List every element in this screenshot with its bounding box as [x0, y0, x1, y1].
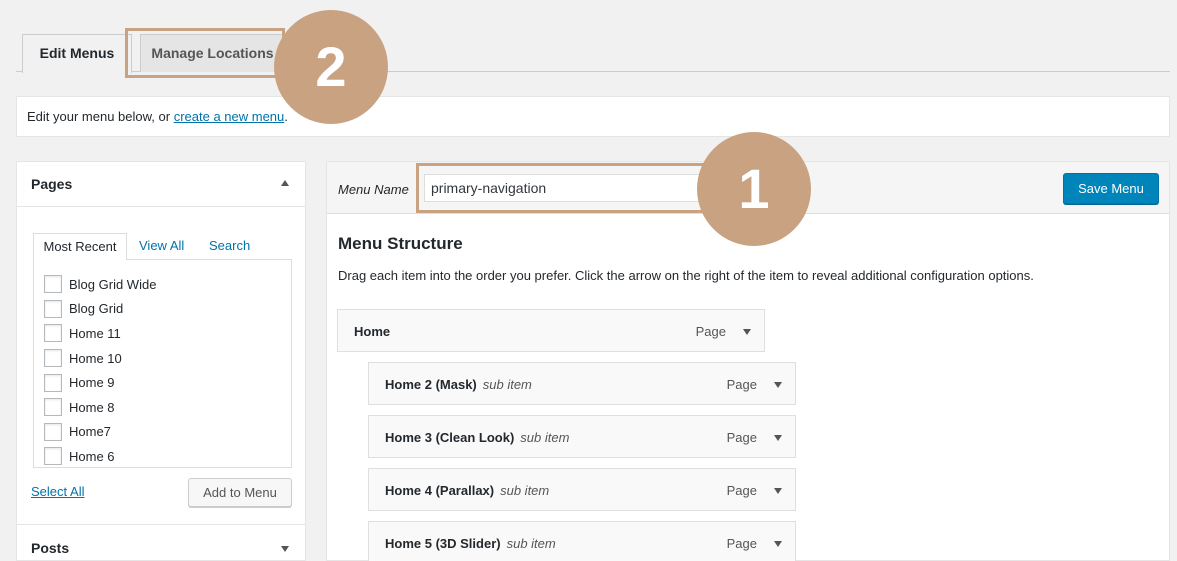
pages-section-header[interactable]: Pages — [17, 162, 305, 207]
notice-suffix: . — [284, 109, 288, 124]
page-checkbox[interactable] — [44, 398, 62, 417]
page-label: Blog Grid — [69, 301, 124, 317]
pages-title: Pages — [31, 176, 73, 192]
page-label: Home 8 — [69, 399, 115, 415]
menu-item-type: Page — [695, 324, 726, 339]
create-new-menu-link[interactable]: create a new menu — [174, 109, 285, 124]
page-label: Home7 — [69, 424, 111, 440]
page-checkbox[interactable] — [44, 299, 62, 318]
menu-item-home-3[interactable]: Home 3 (Clean Look) sub item Page — [368, 415, 796, 458]
item-title-text: Home 5 (3D Slider) — [385, 536, 501, 551]
chevron-down-icon[interactable] — [774, 435, 782, 441]
list-item[interactable]: Blog Grid Wide — [44, 272, 281, 297]
nav-tab-wrapper: Edit Menus Manage Locations — [16, 34, 1170, 73]
menu-item-type: Page — [726, 377, 757, 392]
menu-item-title: Home 5 (3D Slider) sub item — [385, 536, 556, 551]
list-item[interactable]: Home 11 — [44, 321, 281, 346]
menu-item-home-4[interactable]: Home 4 (Parallax) sub item Page — [368, 468, 796, 511]
page-checkbox[interactable] — [44, 422, 62, 441]
menu-name-input[interactable] — [424, 174, 704, 202]
menu-item-type: Page — [726, 536, 757, 551]
menu-item-home-5[interactable]: Home 5 (3D Slider) sub item Page — [368, 521, 796, 561]
item-title-text: Home 3 (Clean Look) — [385, 430, 515, 445]
chevron-down-icon[interactable] — [743, 329, 751, 335]
page-label: Home 10 — [69, 350, 122, 366]
save-menu-button[interactable]: Save Menu — [1063, 173, 1159, 204]
list-item[interactable]: Blog Grid — [44, 297, 281, 322]
page-checkbox[interactable] — [44, 324, 62, 343]
menu-item-type: Page — [726, 430, 757, 445]
page-label: Home 9 — [69, 375, 115, 391]
page-label: Home 11 — [69, 325, 121, 341]
pages-checklist[interactable]: Blog Grid Wide Blog Grid Home 11 Home 10… — [33, 259, 292, 468]
menu-item-home[interactable]: Home Page — [337, 309, 765, 352]
page-label: Home 6 — [69, 448, 115, 464]
subtab-most-recent[interactable]: Most Recent — [33, 233, 127, 260]
subtab-view-all[interactable]: View All — [139, 233, 184, 260]
add-menu-items-panel: Pages Most Recent View All Search Blog G… — [16, 161, 306, 561]
sub-item-label: sub item — [506, 536, 556, 551]
chevron-down-icon[interactable] — [774, 488, 782, 494]
list-item[interactable]: Home 8 — [44, 395, 281, 420]
step-badge-1: 1 — [697, 132, 811, 246]
posts-title: Posts — [31, 540, 70, 556]
posts-section-header[interactable]: Posts — [17, 524, 305, 561]
page-checkbox[interactable] — [44, 349, 62, 368]
item-title-text: Home 2 (Mask) — [385, 377, 477, 392]
list-item[interactable]: Home 10 — [44, 346, 281, 371]
page-label: Blog Grid Wide — [69, 276, 157, 292]
list-item[interactable]: Home 6 — [44, 444, 281, 467]
expand-arrow-icon[interactable] — [281, 546, 289, 552]
menu-name-label: Menu Name — [338, 182, 409, 197]
notice-text: Edit your menu below, or — [27, 109, 174, 124]
tab-edit-menus[interactable]: Edit Menus — [22, 34, 132, 73]
menu-item-title: Home 2 (Mask) sub item — [385, 377, 532, 392]
menu-item-title: Home 3 (Clean Look) sub item — [385, 430, 569, 445]
menu-item-home-2[interactable]: Home 2 (Mask) sub item Page — [368, 362, 796, 405]
pages-subtabs: Most Recent View All Search — [33, 233, 291, 260]
chevron-down-icon[interactable] — [774, 382, 782, 388]
chevron-down-icon[interactable] — [774, 541, 782, 547]
collapse-arrow-icon[interactable] — [281, 180, 289, 186]
page-checkbox[interactable] — [44, 373, 62, 392]
menu-item-title: Home — [354, 324, 390, 339]
tab-manage-locations[interactable]: Manage Locations — [140, 34, 285, 72]
menu-item-type: Page — [726, 483, 757, 498]
page-checkbox[interactable] — [44, 447, 62, 466]
select-all-link[interactable]: Select All — [31, 484, 84, 499]
menu-structure-description: Drag each item into the order you prefer… — [338, 268, 1034, 283]
sub-item-label: sub item — [500, 483, 550, 498]
sub-item-label: sub item — [482, 377, 532, 392]
menu-notice: Edit your menu below, or create a new me… — [16, 96, 1170, 137]
item-title-text: Home — [354, 324, 391, 339]
subtab-search[interactable]: Search — [209, 233, 250, 260]
step-badge-2: 2 — [274, 10, 388, 124]
add-to-menu-button[interactable]: Add to Menu — [188, 478, 292, 507]
item-title-text: Home 4 (Parallax) — [385, 483, 495, 498]
list-item[interactable]: Home 9 — [44, 370, 281, 395]
menu-item-title: Home 4 (Parallax) sub item — [385, 483, 549, 498]
page-checkbox[interactable] — [44, 275, 62, 294]
menu-structure-title: Menu Structure — [338, 234, 463, 253]
sub-item-label: sub item — [520, 430, 570, 445]
list-item[interactable]: Home7 — [44, 420, 281, 445]
